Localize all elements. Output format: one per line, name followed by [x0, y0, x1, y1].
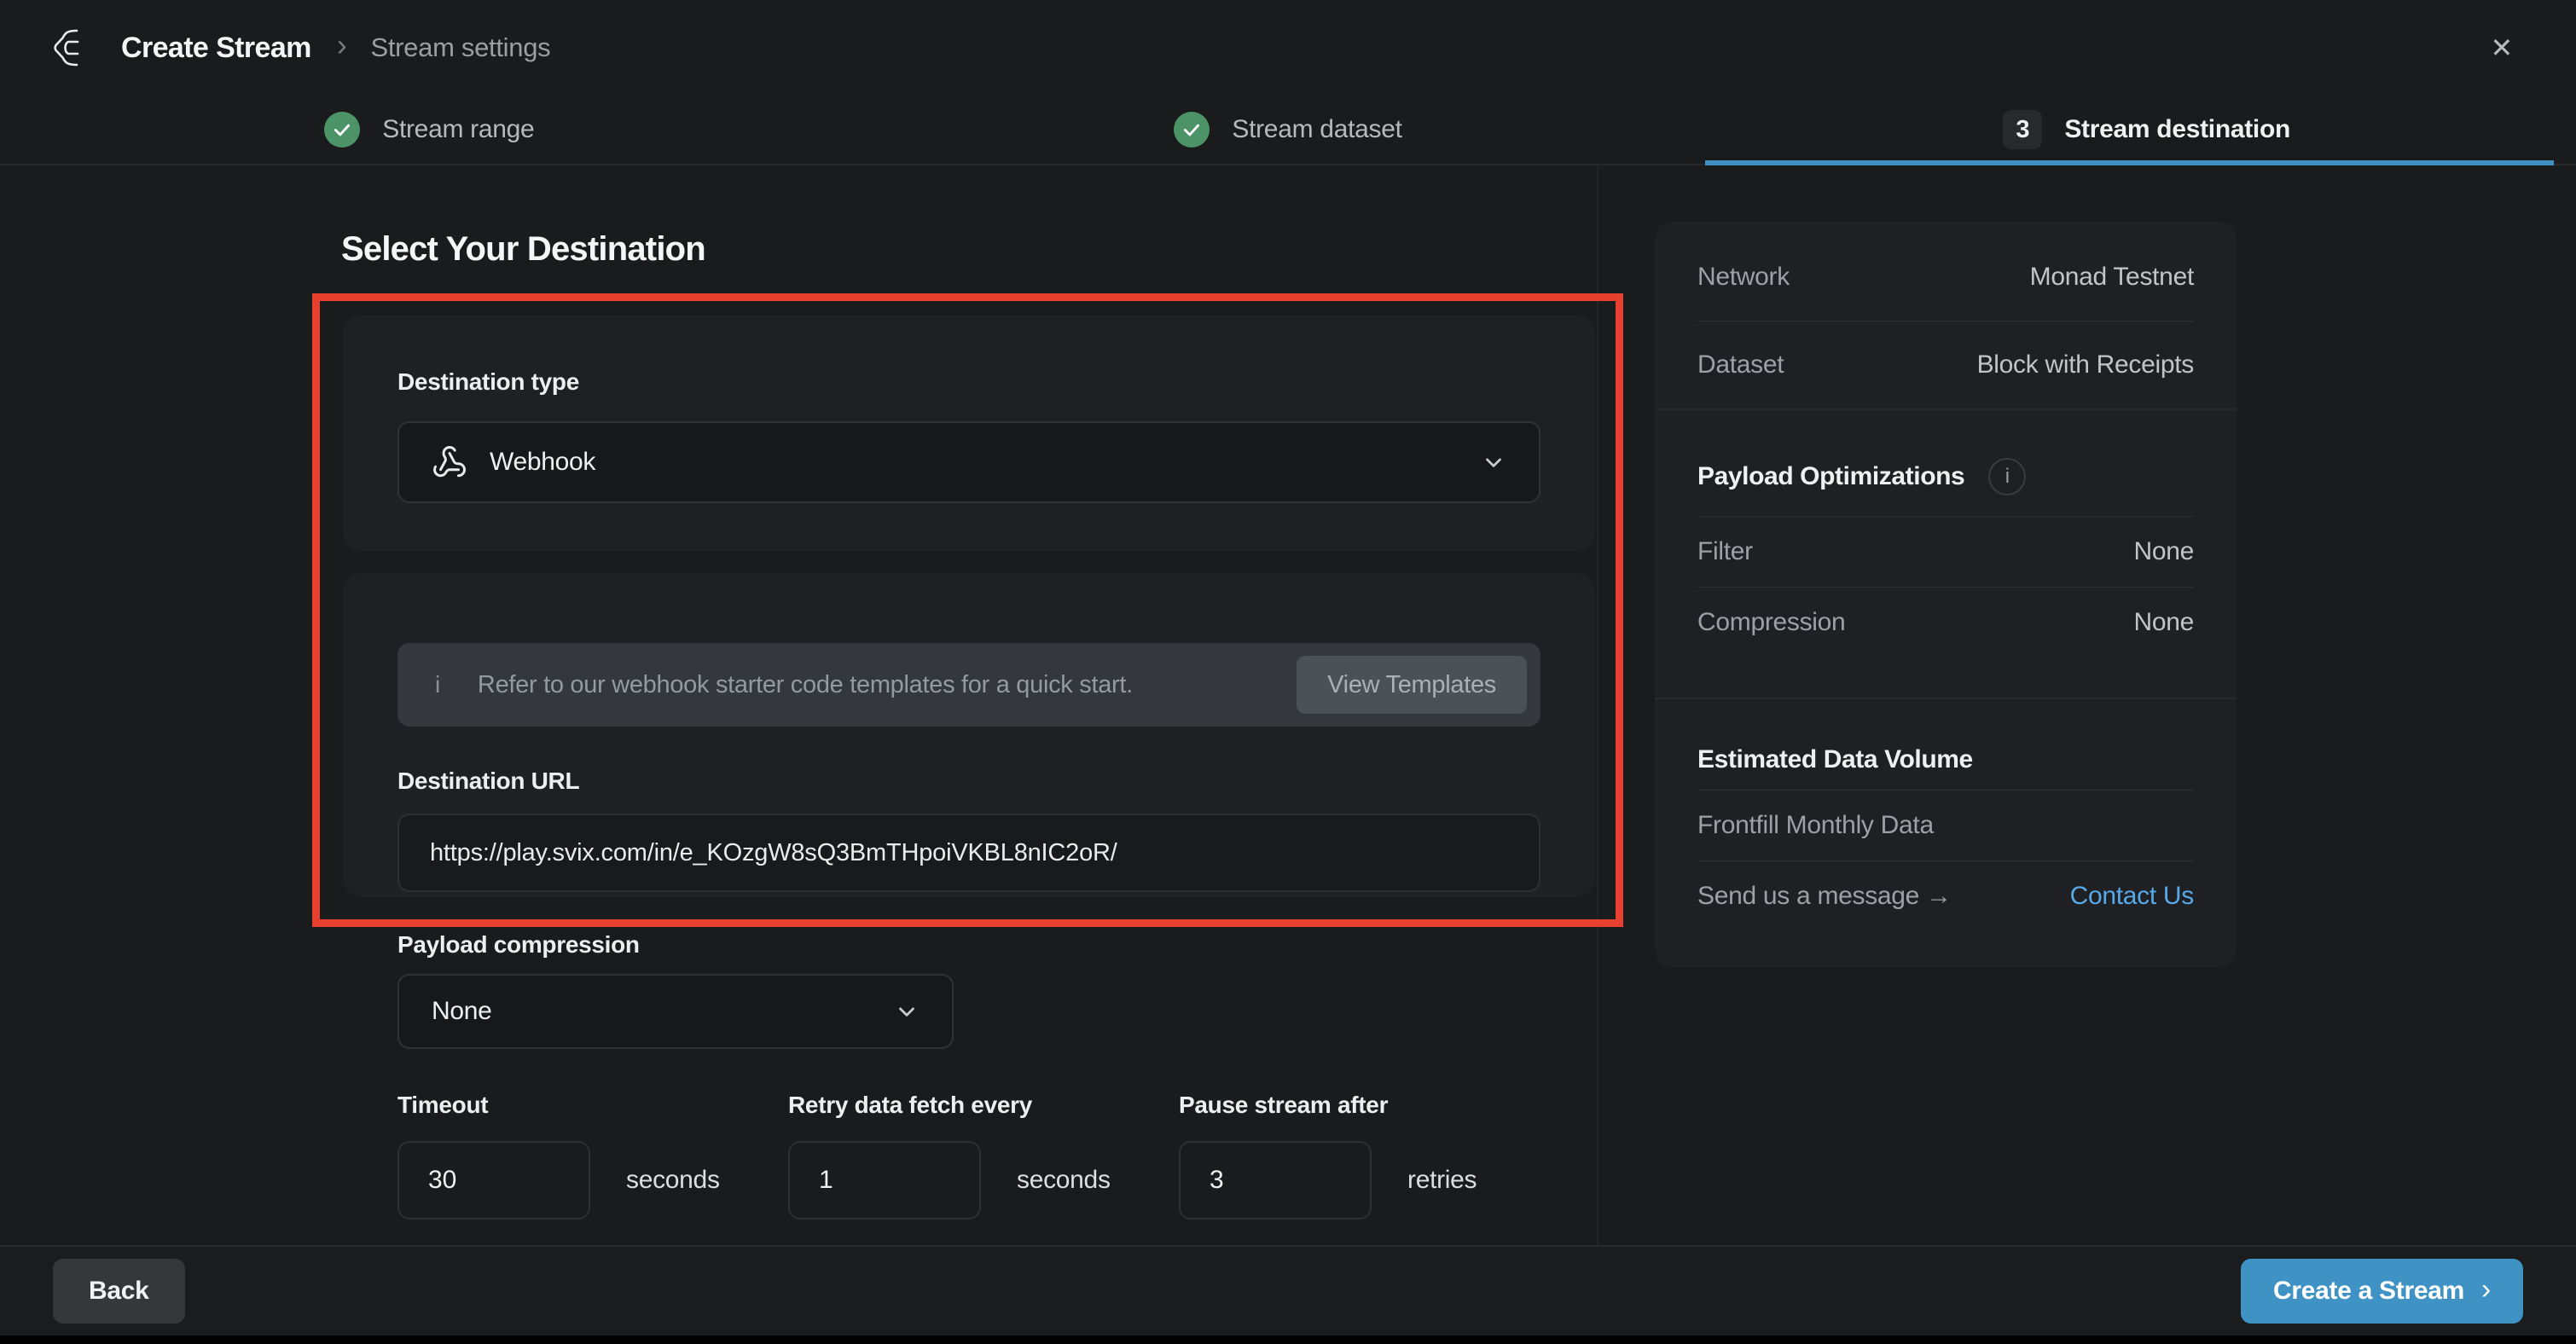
retry-label: Retry data fetch every: [788, 1092, 1146, 1119]
pause-unit: retries: [1407, 1166, 1477, 1195]
retry-unit: seconds: [1017, 1166, 1111, 1195]
view-templates-button[interactable]: View Templates: [1297, 656, 1527, 714]
timeout-unit: seconds: [626, 1166, 720, 1195]
dataset-value: Block with Receipts: [1977, 350, 2194, 379]
create-stream-modal: Create Stream › Stream settings ✕ Stream…: [0, 0, 2576, 1344]
step-stream-dataset[interactable]: Stream dataset: [859, 96, 1718, 164]
bottom-strip: [0, 1335, 2576, 1344]
contact-message-label: Send us a message →: [1697, 882, 1952, 911]
banner-message: Refer to our webhook starter code templa…: [478, 671, 1133, 699]
breadcrumb-chevron-icon: ›: [337, 27, 347, 63]
compression-label: Compression: [1697, 608, 1845, 637]
payload-compression-label: Payload compression: [397, 931, 640, 959]
timeout-label: Timeout: [397, 1092, 756, 1119]
contact-us-link[interactable]: Contact Us: [2070, 882, 2194, 911]
destination-type-card: Destination type Webhook: [343, 316, 1595, 551]
frontfill-label: Frontfill Monthly Data: [1697, 811, 1934, 840]
section-heading: Select Your Destination: [341, 230, 705, 269]
content-divider: [1597, 165, 1598, 1245]
chevron-down-icon: [1481, 449, 1506, 475]
info-icon: i: [435, 671, 440, 698]
payload-compression-dropdown[interactable]: None: [397, 974, 954, 1049]
step-bar: Stream range Stream dataset 3 Stream des…: [0, 96, 2576, 165]
network-label: Network: [1697, 263, 1790, 292]
retry-input[interactable]: [788, 1141, 981, 1219]
pause-field: Pause stream after retries: [1179, 1092, 1520, 1219]
chevron-down-icon: [894, 999, 920, 1024]
summary-volume-header: Estimated Data Volume: [1655, 699, 2237, 790]
create-stream-label: Create a Stream: [2273, 1277, 2464, 1306]
step-label: Stream dataset: [1232, 115, 1401, 144]
summary-row-compression: Compression None: [1655, 588, 2237, 658]
check-icon: [324, 112, 360, 148]
step-label: Stream range: [382, 115, 534, 144]
page-title: Create Stream: [121, 32, 311, 65]
destination-type-dropdown[interactable]: Webhook: [397, 421, 1540, 503]
dataset-label: Dataset: [1697, 350, 1784, 379]
pause-label: Pause stream after: [1179, 1092, 1520, 1119]
info-icon[interactable]: i: [1988, 458, 2026, 495]
destination-type-label: Destination type: [397, 368, 1540, 396]
destination-url-label: Destination URL: [397, 768, 1540, 795]
optimizations-title: Payload Optimizations: [1697, 462, 1964, 491]
summary-row-frontfill: Frontfill Monthly Data: [1655, 791, 2237, 860]
webhook-config-card: i Refer to our webhook starter code temp…: [343, 573, 1595, 897]
volume-title: Estimated Data Volume: [1697, 745, 1973, 774]
stream-settings-fields: Timeout seconds Retry data fetch every s…: [397, 1092, 1520, 1219]
back-button[interactable]: Back: [53, 1259, 185, 1324]
summary-row-filter: Filter None: [1655, 517, 2237, 587]
breadcrumb: Stream settings: [370, 32, 550, 63]
step-stream-range[interactable]: Stream range: [0, 96, 859, 164]
timeout-field: Timeout seconds: [397, 1092, 756, 1219]
compression-value: None: [2133, 608, 2194, 637]
step-stream-destination[interactable]: 3 Stream destination: [1717, 96, 2576, 164]
check-icon: [1174, 112, 1210, 148]
step-label: Stream destination: [2064, 115, 2290, 144]
close-icon[interactable]: ✕: [2478, 23, 2525, 72]
step-number-badge: 3: [2003, 110, 2042, 149]
templates-banner: i Refer to our webhook starter code temp…: [397, 643, 1540, 727]
pause-input[interactable]: [1179, 1141, 1372, 1219]
webhook-icon: [432, 444, 467, 480]
network-value: Monad Testnet: [2030, 263, 2194, 292]
filter-label: Filter: [1697, 537, 1753, 566]
payload-compression-value: None: [432, 997, 492, 1026]
timeout-input[interactable]: [397, 1141, 590, 1219]
summary-row-network: Network Monad Testnet: [1655, 222, 2237, 321]
create-stream-button[interactable]: Create a Stream ›: [2241, 1259, 2523, 1324]
summary-optimizations-header: Payload Optimizations i: [1655, 410, 2237, 516]
destination-type-value: Webhook: [490, 448, 595, 477]
footer-bar: Back Create a Stream ›: [0, 1245, 2576, 1335]
summary-row-contact: Send us a message → Contact Us: [1655, 861, 2237, 931]
summary-panel: Network Monad Testnet Dataset Block with…: [1655, 222, 2237, 967]
header: Create Stream › Stream settings ✕: [0, 0, 2576, 96]
destination-url-input[interactable]: [397, 814, 1540, 892]
filter-value: None: [2133, 537, 2194, 566]
chevron-right-icon: ›: [2481, 1273, 2491, 1306]
retry-field: Retry data fetch every seconds: [788, 1092, 1146, 1219]
stream-logo-icon: [51, 27, 90, 68]
summary-row-dataset: Dataset Block with Receipts: [1655, 322, 2237, 408]
